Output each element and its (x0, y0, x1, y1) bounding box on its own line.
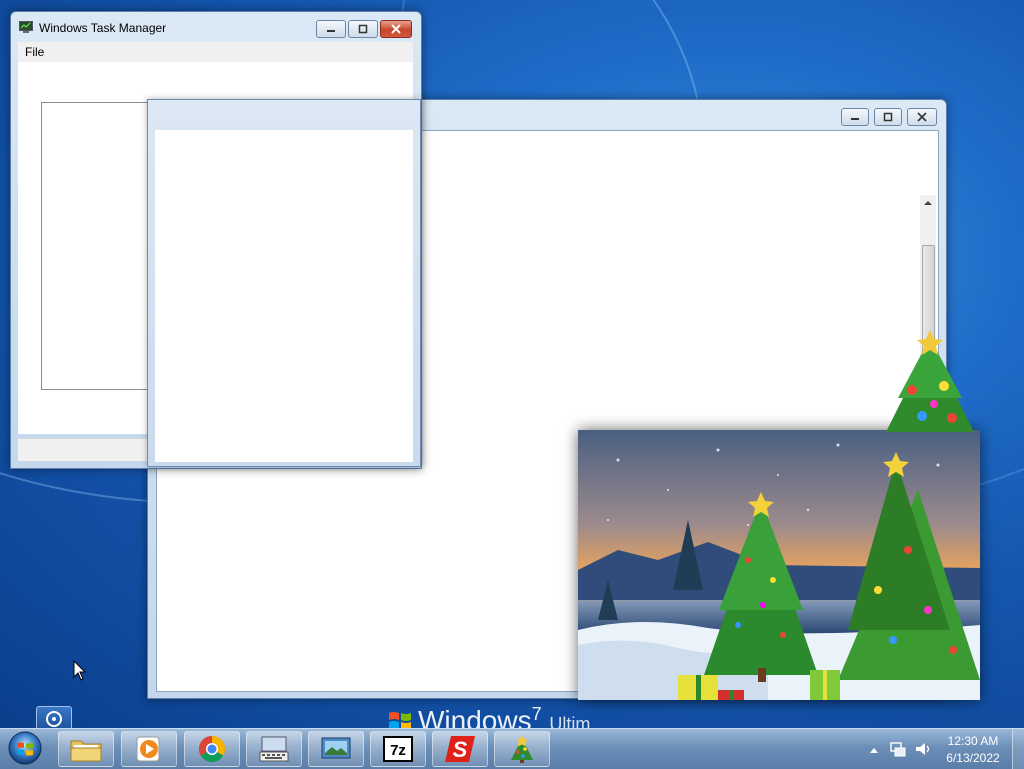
minimize-icon (851, 118, 859, 120)
clock-time[interactable]: 12:30 AM (938, 734, 1008, 748)
close-icon (391, 24, 401, 34)
volume-icon[interactable] (914, 741, 932, 757)
gadget-icon[interactable] (36, 706, 72, 728)
taskbar-item-screen-capture[interactable] (308, 731, 364, 767)
small-window[interactable] (147, 99, 421, 467)
maximize-icon (883, 112, 893, 122)
taskbar-item-media-player[interactable] (121, 731, 177, 767)
task-manager-title: Windows Task Manager (39, 21, 167, 35)
taskbar-item-chrome[interactable] (184, 731, 240, 767)
scroll-up-icon[interactable] (920, 195, 936, 211)
keyboard-icon (259, 736, 289, 762)
windows-logo: Windows7 Ultim (388, 704, 1024, 728)
s-app-label: S (453, 737, 468, 762)
mouse-cursor-icon (73, 660, 87, 681)
windows-flag-icon (389, 712, 411, 728)
tree-right (838, 452, 980, 680)
taskbar-item-christmas-tree[interactable] (494, 731, 550, 767)
christmas-tree-gadget-icon[interactable] (882, 328, 978, 432)
taskbar-item-s-app[interactable]: S (432, 731, 488, 767)
logo-edition: Ultim (549, 714, 591, 728)
snowflakes (578, 443, 980, 700)
menu-item-file[interactable]: File (25, 45, 44, 59)
taskbar-item-explorer[interactable] (58, 731, 114, 767)
logo-text: Windows (418, 705, 532, 728)
minimize-button[interactable] (841, 108, 869, 126)
screen-capture-icon (321, 737, 351, 759)
maximize-button[interactable] (874, 108, 902, 126)
taskbar-item-keyboard[interactable] (246, 731, 302, 767)
christmas-tree-icon (511, 735, 533, 763)
desktop: Windows7 Ultim Windows Task Manager File (0, 0, 1024, 728)
show-desktop-button[interactable] (1012, 729, 1024, 769)
maximize-button[interactable] (348, 20, 378, 38)
seven-zip-icon: 7z (383, 736, 413, 762)
taskbar-item-7zip[interactable]: 7z (370, 731, 426, 767)
task-manager-titlebar[interactable]: Windows Task Manager (11, 12, 421, 42)
clock-date[interactable]: 6/13/2022 (938, 751, 1008, 765)
minimize-icon (327, 30, 335, 32)
maximize-icon (358, 24, 368, 34)
show-hidden-icons-icon[interactable] (868, 745, 880, 755)
start-button[interactable] (4, 730, 46, 766)
small-window-content (155, 130, 413, 462)
christmas-scene-image[interactable] (578, 430, 980, 700)
logo-version: 7 (531, 704, 542, 724)
menu-bar: File (18, 42, 413, 62)
close-button[interactable] (907, 108, 937, 126)
media-player-icon (136, 736, 160, 762)
close-button[interactable] (380, 20, 412, 38)
s-app-icon: S (445, 736, 475, 762)
minimize-button[interactable] (316, 20, 346, 38)
chrome-icon (198, 735, 226, 763)
folder-icon (70, 740, 102, 762)
close-icon (917, 112, 927, 122)
network-icon[interactable] (889, 741, 907, 757)
seven-zip-label: 7z (390, 742, 406, 759)
task-manager-icon (19, 21, 33, 33)
